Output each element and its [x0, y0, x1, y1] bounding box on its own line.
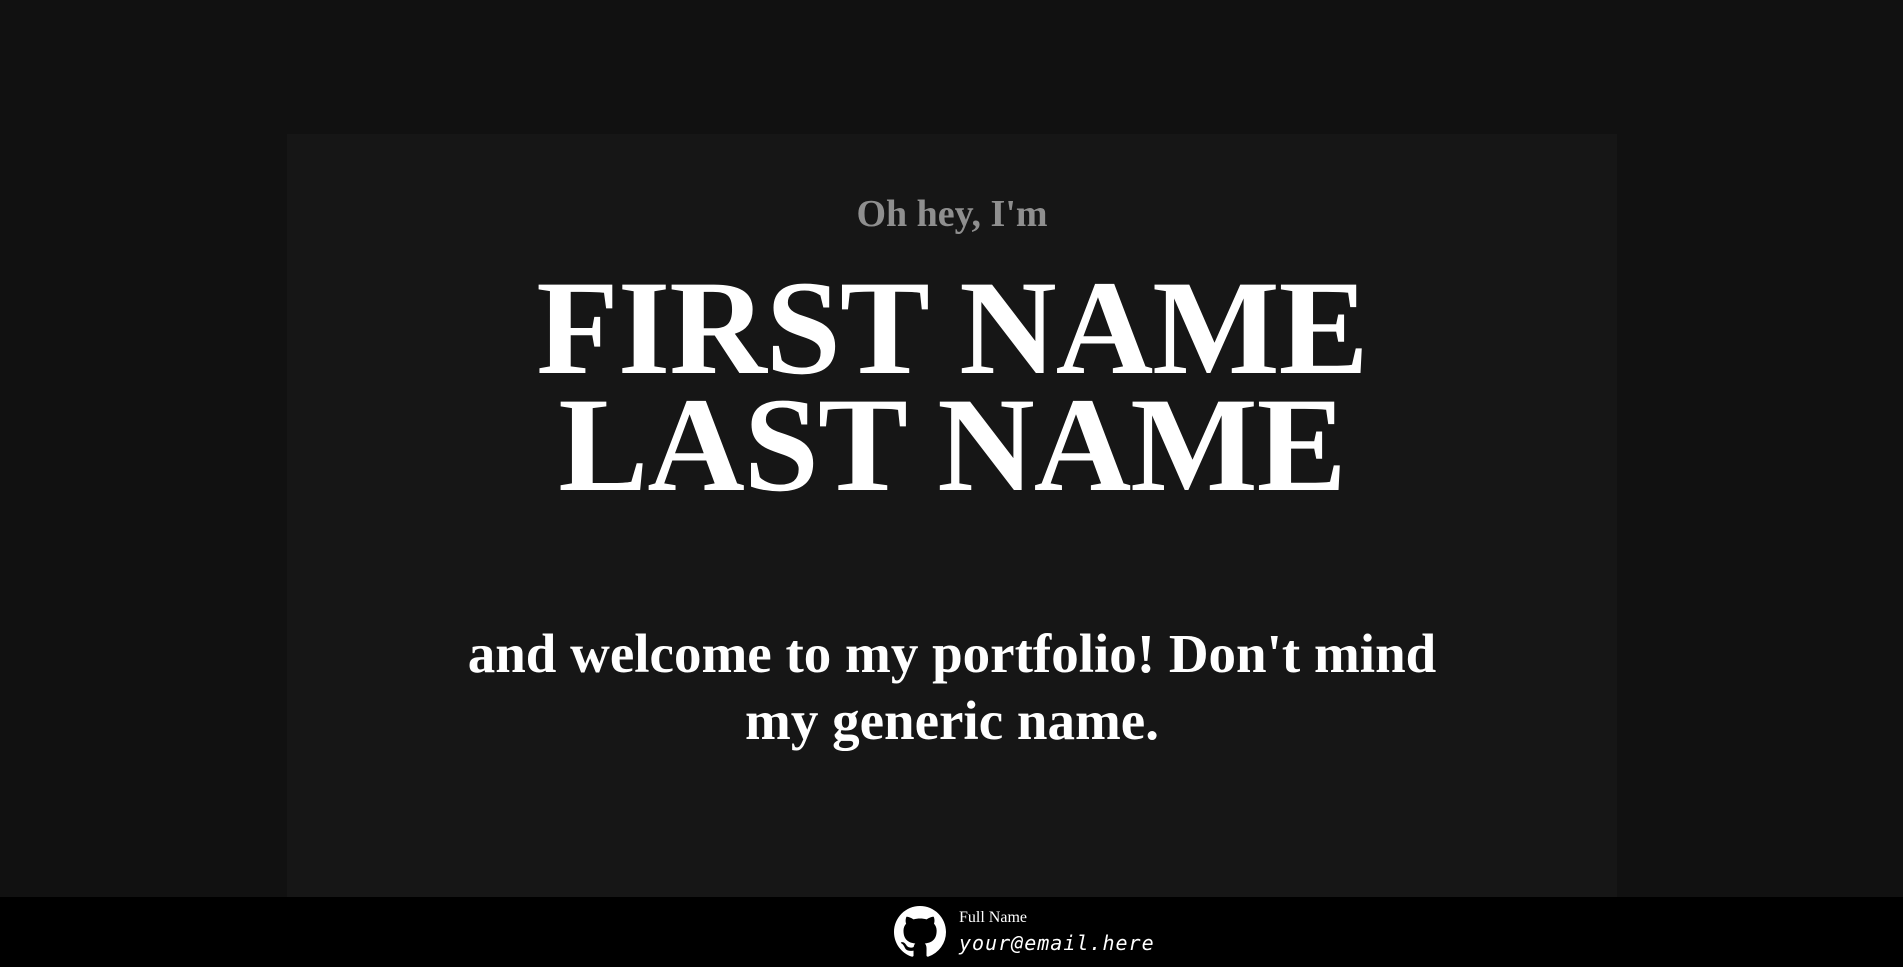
- github-icon: [894, 906, 946, 957]
- last-name-heading: LAST NAME: [558, 371, 1346, 520]
- page-background: Oh hey, I'm FIRST NAME LAST NAME and wel…: [0, 0, 1903, 897]
- welcome-text: and welcome to my portfolio! Don't mind …: [467, 623, 1437, 751]
- footer-email-link[interactable]: your@email.here: [959, 930, 1155, 956]
- github-link[interactable]: [894, 906, 946, 958]
- hero-section: Oh hey, I'm FIRST NAME LAST NAME and wel…: [287, 134, 1617, 897]
- contact-info: Full Name your@email.here: [959, 909, 1155, 956]
- footer-full-name: Full Name: [959, 909, 1027, 926]
- greeting-text: Oh hey, I'm: [856, 193, 1048, 235]
- footer: Full Name your@email.here: [0, 897, 1903, 967]
